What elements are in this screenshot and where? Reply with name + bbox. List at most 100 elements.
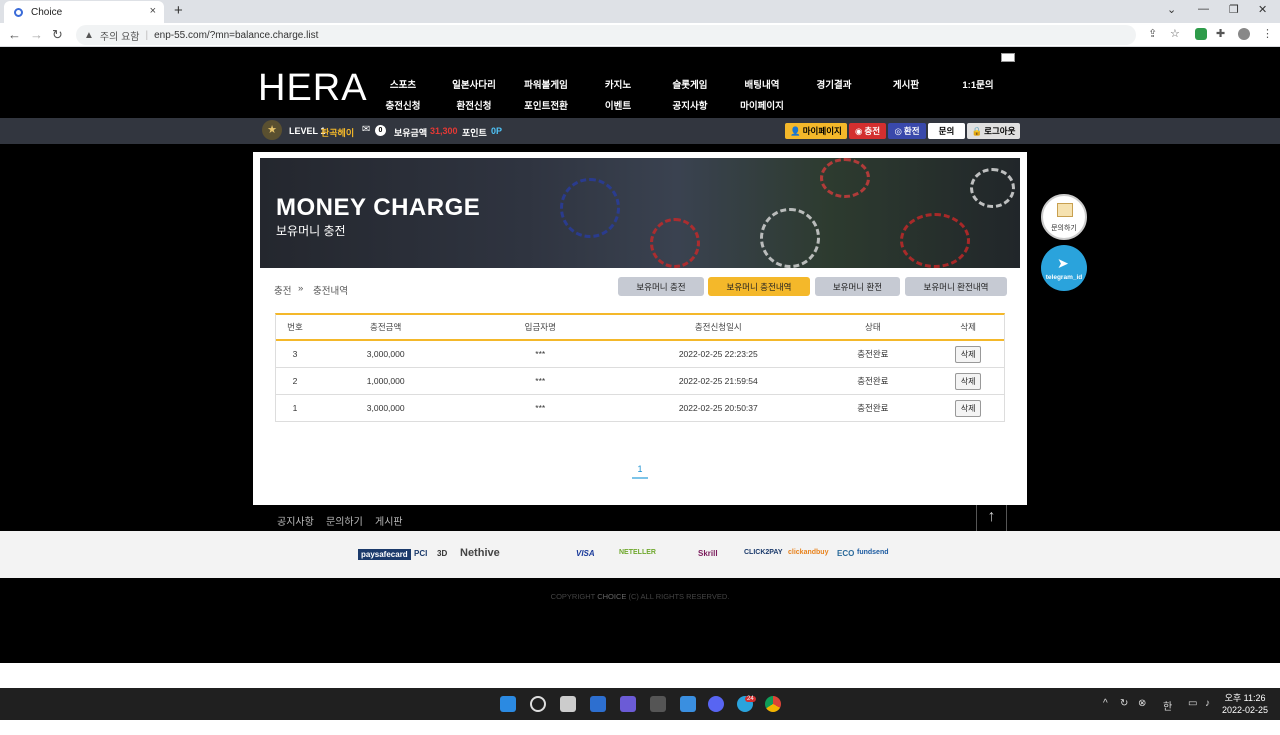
menu-event[interactable]: 이벤트: [578, 98, 658, 112]
floating-inquiry-button[interactable]: 문의하기: [1041, 194, 1087, 240]
pagination-page-1[interactable]: 1: [632, 464, 648, 479]
footer-board-link[interactable]: 게시판: [375, 513, 403, 528]
ime-indicator[interactable]: 한: [1163, 698, 1172, 713]
delete-button[interactable]: 삭제: [954, 345, 982, 363]
breadcrumb-separator: »: [298, 283, 304, 294]
browser-tab-bar: Choice × + ⌄ — ❐ ✕: [0, 0, 1280, 23]
maximize-icon[interactable]: ❐: [1229, 3, 1239, 16]
close-window-icon[interactable]: ✕: [1258, 3, 1267, 16]
network-icon[interactable]: ▭: [1188, 698, 1197, 709]
chip-decoration: [820, 158, 870, 198]
tray-chevron-icon[interactable]: ^: [1103, 698, 1108, 709]
header-status: 상태: [865, 322, 881, 332]
forward-icon[interactable]: →: [30, 27, 43, 42]
tab-search-icon[interactable]: ⌄: [1167, 3, 1176, 16]
chip-decoration: [760, 208, 820, 268]
menu-betting-history[interactable]: 배팅내역: [722, 77, 802, 91]
header-no: 번호: [287, 322, 303, 332]
new-tab-button[interactable]: +: [174, 2, 183, 19]
taskbar-clock[interactable]: 오후 11:26 2022-02-25: [1222, 692, 1268, 716]
profile-avatar-icon[interactable]: [1238, 28, 1250, 40]
exchange-button-label: 환전: [903, 126, 920, 136]
delete-button[interactable]: 삭제: [954, 372, 982, 390]
copyright-rights: (C) ALL RIGHTS RESERVED.: [628, 592, 730, 601]
extensions-puzzle-icon[interactable]: ✚: [1216, 27, 1225, 40]
scroll-top-button[interactable]: ↑: [976, 505, 1007, 531]
cell-depositor: ***: [535, 376, 546, 386]
footer-notice-link[interactable]: 공지사항: [277, 513, 314, 528]
search-icon[interactable]: [530, 696, 546, 712]
banner-subtitle: 보유머니 충전: [276, 224, 346, 238]
user-nickname: 판곡헤이: [321, 128, 355, 138]
cell-status: 충전완료: [857, 349, 889, 359]
copyright-line: COPYRIGHT CHOICE (C) ALL RIGHTS RESERVED…: [0, 592, 1280, 601]
menu-mypage[interactable]: 마이페이지: [722, 98, 802, 112]
menu-powerball[interactable]: 파워볼게임: [506, 77, 586, 91]
menu-board[interactable]: 게시판: [866, 77, 946, 91]
breadcrumb-parent[interactable]: 충전: [274, 283, 291, 297]
close-tab-icon[interactable]: ×: [150, 5, 156, 17]
website: HERA 스포츠 일본사다리 파워볼게임 카지노 슬롯게임 배팅내역 경기결과 …: [0, 47, 1280, 735]
menu-japan-ladder[interactable]: 일본사다리: [434, 77, 514, 91]
site-logo[interactable]: HERA: [258, 67, 368, 110]
menu-slot[interactable]: 슬롯게임: [650, 77, 730, 91]
balance-label: 보유금액: [394, 128, 428, 138]
inquiry-button[interactable]: 문의: [928, 123, 965, 139]
start-icon[interactable]: [500, 696, 516, 712]
tab-money-charge[interactable]: 보유머니 충전: [618, 277, 704, 296]
pci-logo: PCI: [414, 549, 428, 558]
task-view-icon[interactable]: [560, 696, 576, 712]
chrome-icon[interactable]: [765, 696, 781, 712]
table-row: 3 3,000,000 *** 2022-02-25 22:23:25 충전완료…: [276, 341, 1004, 368]
menu-inquiry[interactable]: 1:1문의: [938, 77, 1018, 91]
notepad-icon[interactable]: [680, 696, 696, 712]
menu-sports[interactable]: 스포츠: [363, 77, 443, 91]
header-datetime: 충전신청일시: [694, 322, 742, 332]
url-input[interactable]: ▲ 주의 요함 | enp-55.com/?mn=balance.charge.…: [76, 25, 1136, 45]
cell-delete: 삭제: [932, 345, 1004, 363]
neteller-logo: NETELLER: [619, 549, 656, 556]
cell-delete: 삭제: [932, 372, 1004, 390]
mail-icon[interactable]: ✉: [362, 124, 370, 135]
menu-charge-request[interactable]: 충전신청: [363, 98, 443, 112]
discord-icon[interactable]: [708, 696, 724, 712]
eco-logo: ECO: [837, 549, 855, 558]
tray-sync-icon[interactable]: ↻: [1120, 698, 1128, 709]
menu-notice[interactable]: 공지사항: [650, 98, 730, 112]
menu-casino[interactable]: 카지노: [578, 77, 658, 91]
minimize-icon[interactable]: —: [1198, 3, 1209, 15]
floating-telegram-label: telegram_id: [1045, 274, 1083, 281]
tab-charge-history[interactable]: 보유머니 충전내역: [708, 277, 810, 296]
exchange-button[interactable]: ◎ 환전: [888, 123, 926, 139]
logout-button[interactable]: 🔒 로그아웃: [967, 123, 1020, 139]
tray-close-icon[interactable]: ⊗: [1138, 698, 1146, 709]
volume-icon[interactable]: ♪: [1205, 698, 1210, 709]
tab-exchange-history[interactable]: 보유머니 환전내역: [905, 277, 1007, 296]
menu-exchange-request[interactable]: 환전신청: [434, 98, 514, 112]
back-icon[interactable]: ←: [8, 27, 21, 42]
floating-inquiry-label: 문의하기: [1051, 225, 1077, 232]
extension-icon[interactable]: [1195, 28, 1207, 40]
teams-icon[interactable]: [620, 696, 636, 712]
calculator-icon[interactable]: [650, 696, 666, 712]
menu-kebab-icon[interactable]: ⋮: [1262, 27, 1273, 40]
menu-point-convert[interactable]: 포인트전환: [506, 98, 586, 112]
click2pay-logo: CLICK2PAY: [744, 549, 783, 556]
widgets-icon[interactable]: [590, 696, 606, 712]
tab-money-exchange[interactable]: 보유머니 환전: [815, 277, 900, 296]
menu-results[interactable]: 경기결과: [794, 77, 874, 91]
money-charge-banner: MONEY CHARGE 보유머니 충전: [260, 158, 1020, 268]
browser-tab[interactable]: Choice ×: [4, 1, 164, 23]
mypage-button[interactable]: 👤 마이페이지: [785, 123, 847, 139]
cell-depositor: ***: [535, 403, 546, 413]
share-icon[interactable]: ⇪: [1148, 27, 1157, 40]
floating-telegram-button[interactable]: ➤ telegram_id: [1041, 245, 1087, 291]
korean-flag-icon[interactable]: [1001, 53, 1015, 62]
cell-status: 충전완료: [857, 376, 889, 386]
charge-button[interactable]: ◉ 충전: [849, 123, 886, 139]
delete-button[interactable]: 삭제: [954, 399, 982, 417]
bookmark-star-icon[interactable]: ☆: [1170, 27, 1180, 40]
footer-inquiry-link[interactable]: 문의하기: [326, 513, 363, 528]
message-count-badge[interactable]: 0: [375, 125, 386, 136]
reload-icon[interactable]: ↻: [52, 27, 63, 43]
